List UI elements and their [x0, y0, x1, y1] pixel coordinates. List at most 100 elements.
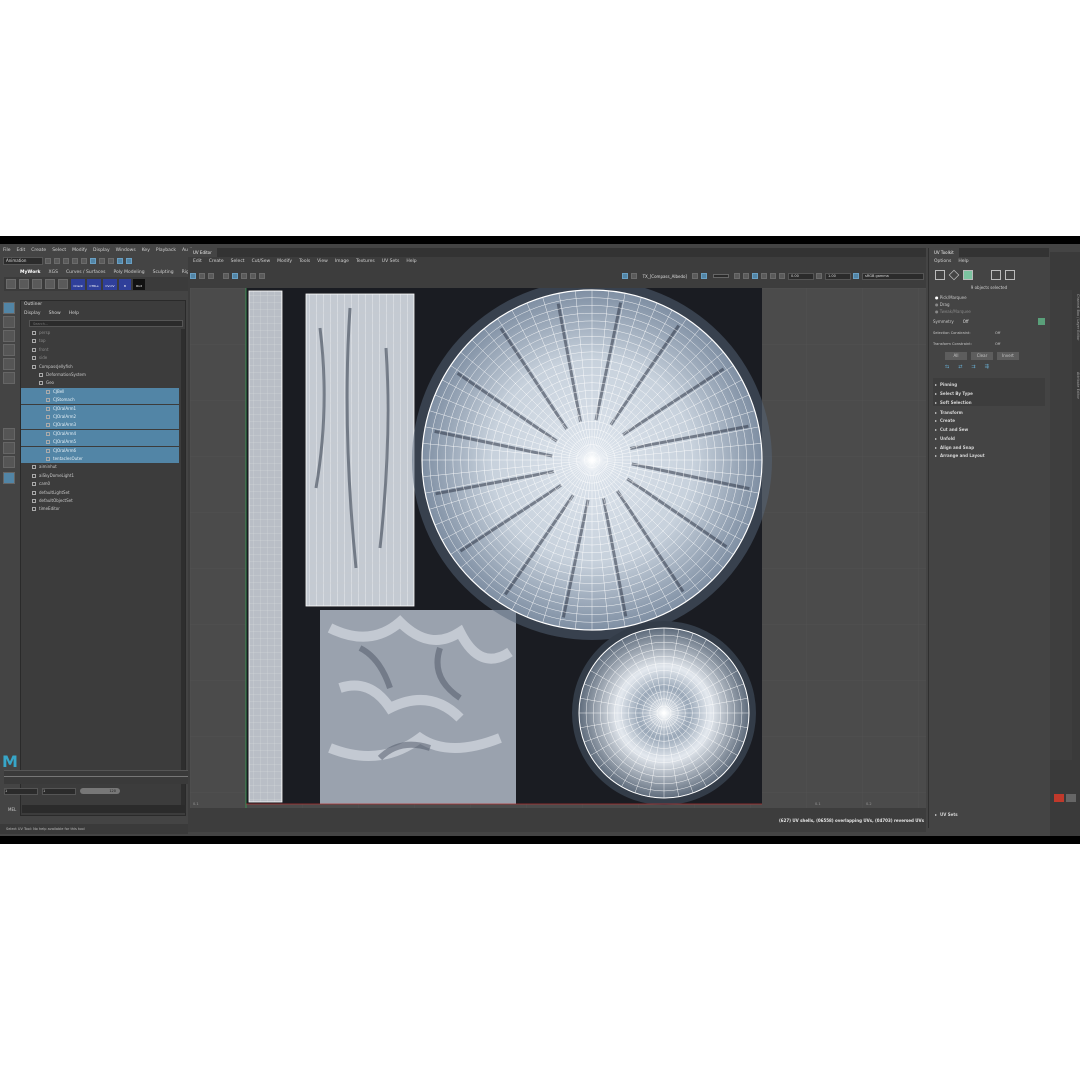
- shelf-rivt-button[interactable]: Rivt: [133, 278, 145, 290]
- shell-mode-icon[interactable]: [1005, 270, 1015, 280]
- uv-toolkit-tab[interactable]: UV Toolkit: [929, 248, 959, 257]
- uv-dim-icon[interactable]: [701, 273, 707, 279]
- menu-playback[interactable]: Playback: [156, 248, 176, 253]
- time-slider[interactable]: [4, 770, 188, 784]
- uv-menu-tools[interactable]: Tools: [299, 259, 310, 264]
- select-all-button[interactable]: All: [945, 352, 967, 360]
- uv-toolkit-menu-help[interactable]: Help: [958, 259, 968, 264]
- radio-icon[interactable]: ●: [935, 295, 939, 300]
- uv-menu-uvsets[interactable]: UV Sets: [382, 259, 400, 264]
- menu-display[interactable]: Display: [93, 248, 110, 253]
- menu-modify[interactable]: Modify: [72, 248, 87, 253]
- section-create[interactable]: Create: [935, 417, 1043, 425]
- record-key-icon[interactable]: [1054, 794, 1064, 802]
- shelf-cvcv-button[interactable]: CV-CV: [103, 278, 117, 290]
- shelf-tool-icon[interactable]: [45, 279, 55, 289]
- move-tool-icon[interactable]: [3, 344, 15, 356]
- layout-icon[interactable]: [3, 456, 15, 468]
- snap-curve-icon[interactable]: [126, 258, 132, 264]
- uv-menu-modify[interactable]: Modify: [277, 259, 292, 264]
- select-component-icon[interactable]: [108, 258, 114, 264]
- select-ring-icon[interactable]: ⇶: [985, 364, 989, 370]
- section-pinning[interactable]: Pinning: [935, 381, 1043, 389]
- edge-mode-icon[interactable]: [948, 269, 960, 281]
- outliner-search-input[interactable]: [29, 320, 183, 327]
- select-tool-icon[interactable]: [3, 302, 15, 314]
- uv-dim-slider[interactable]: [713, 274, 729, 278]
- uv-distortion-icon[interactable]: [241, 273, 247, 279]
- symmetry-toggle-icon[interactable]: [1038, 318, 1045, 325]
- outliner-item[interactable]: cam0: [21, 480, 179, 488]
- shelf-tab-xgs[interactable]: XGS: [49, 270, 58, 275]
- outliner-item[interactable]: DeformationSystem: [21, 371, 179, 379]
- section-select-by-type[interactable]: Select By Type: [935, 390, 1043, 398]
- outliner-item[interactable]: front: [21, 346, 179, 354]
- uv-menu-edit[interactable]: Edit: [193, 259, 202, 264]
- exposure-field[interactable]: 0.00: [788, 272, 814, 280]
- attribute-editor-tab[interactable]: Attribute Editor: [1072, 372, 1080, 432]
- section-soft-selection[interactable]: Soft Selection: [935, 399, 1043, 407]
- symmetry-dropdown[interactable]: Off: [963, 319, 1003, 324]
- uv-menu-view[interactable]: View: [317, 259, 328, 264]
- snap-grid-icon[interactable]: [117, 258, 123, 264]
- outliner-layout-icon[interactable]: [3, 472, 15, 484]
- outliner-item[interactable]: CJStomach: [21, 396, 179, 405]
- radio-icon[interactable]: ●: [935, 302, 939, 307]
- select-object-icon[interactable]: [99, 258, 105, 264]
- menu-key[interactable]: Key: [142, 248, 150, 253]
- uv-texture-list-icon[interactable]: [630, 273, 637, 279]
- outliner-item[interactable]: aiSkyDomeLight1: [21, 472, 179, 480]
- menu-edit[interactable]: Edit: [17, 248, 26, 253]
- radio-icon[interactable]: ●: [935, 309, 939, 314]
- menu-create[interactable]: Create: [31, 248, 46, 253]
- outliner-item[interactable]: CJOralArm5: [21, 438, 179, 447]
- shelf-orient-button[interactable]: Orient: [71, 278, 85, 290]
- uv-snapshot-icon[interactable]: [259, 273, 265, 279]
- uv-shaded-icon[interactable]: [232, 273, 238, 279]
- section-arrange-and-layout[interactable]: Arrange and Layout: [935, 452, 1043, 460]
- shelf-b-button[interactable]: B: [119, 278, 131, 290]
- redo-icon[interactable]: [81, 258, 87, 264]
- scale-tool-icon[interactable]: [3, 372, 15, 384]
- vertex-mode-icon[interactable]: [935, 270, 945, 280]
- outliner-item[interactable]: CJOralArm3: [21, 421, 179, 430]
- uv-image-icon[interactable]: [208, 273, 214, 279]
- outliner-item[interactable]: CJOralArm1: [21, 404, 179, 413]
- shelf-ctrls-button[interactable]: CTRLs: [87, 278, 101, 290]
- uv-select-icon[interactable]: [190, 273, 196, 279]
- texture-name[interactable]: TX_[Compass_Albedo]: [643, 274, 687, 279]
- uv-exposure-icon[interactable]: [779, 273, 785, 279]
- uv-viewport[interactable]: [190, 288, 926, 808]
- range-bar[interactable]: 120: [80, 788, 120, 794]
- outliner-menu-help[interactable]: Help: [69, 311, 79, 316]
- shelf-tab-mywork[interactable]: MyWork: [20, 270, 41, 275]
- gamma-field[interactable]: 1.00: [825, 272, 851, 280]
- face-mode-icon[interactable]: [963, 270, 973, 280]
- four-view-icon[interactable]: [3, 442, 15, 454]
- menu-select[interactable]: Select: [52, 248, 66, 253]
- section-transform[interactable]: Transform: [935, 409, 1043, 417]
- uv-alpha-icon[interactable]: [752, 273, 758, 279]
- undo-icon[interactable]: [72, 258, 78, 264]
- outliner-item[interactable]: Geo: [21, 379, 179, 387]
- shelf-tab-sculpting[interactable]: Sculpting: [153, 270, 174, 275]
- uv-pixel-snap-icon[interactable]: [761, 273, 767, 279]
- uv-checker-icon[interactable]: [692, 273, 698, 279]
- outliner-item[interactable]: defaultLightSet: [21, 489, 179, 497]
- outliner-item[interactable]: CJOralArm2: [21, 413, 179, 421]
- start-frame-field[interactable]: [4, 787, 38, 795]
- uv-editor-tab[interactable]: UV Editor: [188, 248, 217, 257]
- outliner-item[interactable]: CompassJellyfish: [21, 363, 179, 371]
- uv-colormgmt-icon[interactable]: [853, 273, 859, 279]
- outliner-item[interactable]: CJOralArm4: [21, 429, 179, 438]
- single-view-icon[interactable]: [3, 428, 15, 440]
- mode-dropdown[interactable]: Animation: [3, 257, 43, 265]
- outliner-menu-show[interactable]: Show: [49, 311, 61, 316]
- save-scene-icon[interactable]: [63, 258, 69, 264]
- section-unfold[interactable]: Unfold: [935, 435, 1043, 443]
- uv-menu-create[interactable]: Create: [209, 259, 224, 264]
- uv-menu-image[interactable]: Image: [335, 259, 349, 264]
- invert-button[interactable]: Invert: [997, 352, 1019, 360]
- shelf-tab-poly[interactable]: Poly Modeling: [113, 270, 144, 275]
- section-cut-and-sew[interactable]: Cut and Sew: [935, 426, 1043, 434]
